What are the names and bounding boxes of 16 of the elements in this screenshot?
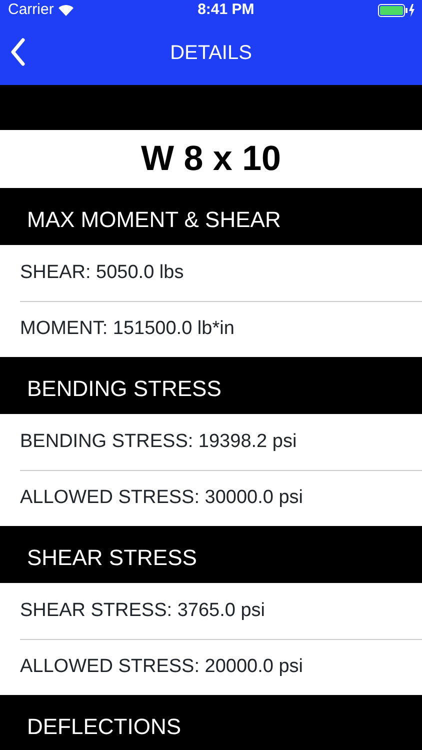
screen-title: DETAILS bbox=[170, 40, 252, 66]
section-header: BENDING STRESS bbox=[0, 357, 422, 414]
result-text: BENDING STRESS: 19398.2 psi bbox=[20, 430, 297, 454]
result-text: SHEAR STRESS: 3765.0 psi bbox=[20, 598, 265, 623]
carrier-label: Carrier bbox=[8, 0, 54, 20]
section-header: DEFLECTIONS bbox=[0, 695, 422, 750]
beam-title: W 8 x 10 bbox=[140, 138, 282, 180]
wifi-icon bbox=[58, 4, 74, 16]
result-text: SHEAR: 5050.0 lbs bbox=[20, 260, 184, 285]
result-text: MOMENT: 151500.0 lb*in bbox=[20, 316, 234, 341]
section-header: MAX MOMENT & SHEAR bbox=[0, 188, 422, 245]
battery-icon bbox=[378, 4, 416, 16]
result-text: ALLOWED STRESS: 30000.0 psi bbox=[20, 486, 304, 510]
result-text: ALLOWED STRESS: 20000.0 psi bbox=[20, 654, 304, 679]
section-header: SHEAR STRESS bbox=[0, 526, 422, 583]
clock-time: 8:41 PM bbox=[198, 0, 254, 20]
